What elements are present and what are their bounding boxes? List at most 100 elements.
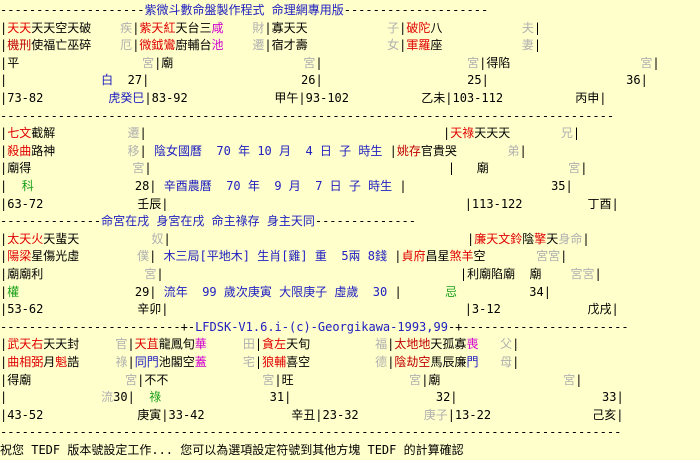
row1-cell-text: 白 xyxy=(101,73,114,88)
row1-cell-text: 宮 xyxy=(640,55,653,70)
row1-cell-text: 遷 xyxy=(252,38,265,53)
row1-cell-text: 27| xyxy=(113,73,150,88)
row2-cell-text xyxy=(147,126,443,140)
row3-cell-text: | xyxy=(163,231,171,246)
row4-cell-text: 誥 xyxy=(67,355,80,369)
row1-cell-text: 座 xyxy=(430,38,443,53)
row1-cell-text: 八 xyxy=(430,20,443,35)
ziwei-chart: --------------------紫微斗數命盤製作程式 命理網專用版---… xyxy=(0,0,700,459)
row2-cell-text: 宮 xyxy=(132,161,145,176)
row2-cell-text: 路神 xyxy=(31,143,56,158)
row1-cell-text: 宮 xyxy=(142,55,155,70)
row2-cell-text: | xyxy=(580,161,588,176)
row1-cell-text: 天台三 xyxy=(175,20,212,35)
row1-line: | 白 27| 26| 25| 36| xyxy=(0,72,700,90)
row4-cell-text: | xyxy=(127,337,135,352)
row3-cell-text: 身命 xyxy=(558,231,583,246)
row1-cell-text: |83-92 甲午|93-102 乙未|103-112 丙申| xyxy=(144,91,607,105)
row4-cell-text: 馬辰廉 xyxy=(430,355,467,369)
row4-cell-text xyxy=(31,373,125,387)
row4-cell-text: 天旬 xyxy=(286,337,311,352)
row4-line: |43-52 庚寅|33-42 辛丑|23-32 庚子|13-22 己亥| xyxy=(0,407,700,425)
row2-line: |殺曲路神 移| 陰女國曆 70 年 10 月 4 日 子 時生 |姚存官貴哭 … xyxy=(0,143,700,161)
row1-cell-text xyxy=(173,56,303,70)
palace-info-line-rule-left: -------------- xyxy=(0,214,102,229)
row3-cell-text: | xyxy=(387,284,446,299)
row4-cell-text: 天孤寡 xyxy=(430,337,467,352)
row3-cell-text: 貞府 xyxy=(401,249,426,264)
row2-cell-text: 姚存 xyxy=(396,143,421,158)
row3-cell-text: 天蜚天 xyxy=(43,231,80,246)
row4-cell-text: | xyxy=(512,355,520,369)
row1-line: |天天天天空天破 疾|紫天紅天台三咸 財|寡天天 子|破陀八 夫| xyxy=(0,20,700,38)
row1-cell-text: | xyxy=(533,38,542,53)
row3-line: |權 29| 流年 99 歲次庚寅 大限庚子 虛歲 30 | 忌 34| xyxy=(0,284,700,302)
row1-cell-text: 宮 xyxy=(303,55,316,70)
row2-cell-text: 官貴哭 xyxy=(420,143,457,158)
row3-cell-text xyxy=(542,267,571,281)
row2-cell-text: |廟得 xyxy=(0,161,32,176)
row3-cell-text: | xyxy=(560,249,568,264)
version-line-rule-left: -------------------------+- xyxy=(0,319,196,334)
row2-cell-text: 兄 xyxy=(560,126,573,141)
footer-line: 祝您 TEDF 版本號設定工作... 您可以為選項設定符號到其他方塊 TEDF … xyxy=(0,442,700,460)
bottom-rule: ----------------------------------------… xyxy=(0,424,700,442)
row1-cell-text: 天天空天破 xyxy=(31,20,92,35)
row4-cell-text: |不不 xyxy=(137,372,169,387)
row2-cell-text: | xyxy=(519,143,527,158)
row3-cell-text: 流年 99 歲次庚寅 大限庚子 虛歲 30 xyxy=(163,284,388,299)
row4-cell-text: 33| xyxy=(457,390,624,405)
row4-cell-text: 弼 xyxy=(31,355,44,369)
row1-cell-text: 紅 xyxy=(163,20,176,35)
row2-cell-text: 移 xyxy=(127,143,140,158)
row1-cell-text xyxy=(442,21,521,35)
row2-cell-text xyxy=(152,161,448,175)
palace-info-line-rule-right: -------------- xyxy=(314,214,416,229)
row3-cell-text: |廟廟利 xyxy=(0,267,44,281)
row3-cell-text: 文鈴 xyxy=(498,231,523,246)
row1-cell-text: |得陷 xyxy=(479,55,511,70)
row4-cell-text: |13-22 己亥| xyxy=(447,407,624,422)
row4-cell-text: |旺 xyxy=(274,372,294,387)
row2-cell-text: | xyxy=(0,179,22,193)
row2-cell-text: 宮 xyxy=(568,161,581,176)
row4-line: | 流30| 祿 31| 32| 33| xyxy=(0,389,700,407)
row1-cell-text: 咸 xyxy=(211,20,224,35)
row4-cell-text: | xyxy=(127,355,135,369)
version-line-text: LFDSK-V1.6.i-(c)-Georgikawa-1993,99 xyxy=(195,319,448,334)
row4-cell-text: 太地地 xyxy=(394,337,431,352)
row3-cell-text: 昌 xyxy=(425,249,438,264)
row1-cell-text: 26| xyxy=(149,73,323,88)
row1-cell-text: 財 xyxy=(252,20,265,35)
row4-cell-text: 31| xyxy=(161,390,292,405)
row3-cell-text xyxy=(43,267,144,281)
row4-cell-text: | xyxy=(254,337,263,352)
row4-cell-text: 官 xyxy=(115,337,128,352)
row1-cell-text xyxy=(323,56,468,70)
row4-cell-text: 狼輔 xyxy=(262,355,287,369)
row2-cell-text: | xyxy=(572,126,581,141)
palace-info-line: --------------命宮在戌 身宮在戌 命主祿存 身主天同-------… xyxy=(0,213,700,231)
row2-cell-text: | xyxy=(382,143,397,158)
row2-line: |廟得 宮| | 廟 宮| xyxy=(0,160,700,178)
row1-cell-text: 子 xyxy=(387,20,400,35)
row1-cell-text xyxy=(223,38,252,52)
row2-cell-text: 截解 xyxy=(31,126,56,141)
row4-cell-text: 30| xyxy=(113,390,150,405)
row1-cell-text: 疾 xyxy=(120,20,133,35)
row2-cell-text: 科 xyxy=(21,179,34,193)
row4-cell-text: 右 xyxy=(31,337,44,352)
row4-cell-text xyxy=(310,355,375,369)
row2-cell-text xyxy=(31,161,132,175)
row4-cell-text xyxy=(7,390,101,404)
row4-cell-text: 福 xyxy=(375,337,388,352)
row2-cell-text xyxy=(457,144,508,158)
row3-cell-text: 29| xyxy=(19,284,164,299)
row4-cell-text xyxy=(168,373,262,387)
row4-cell-text xyxy=(79,355,115,369)
row4-line: |得廟 宮|不不 宮|旺 宮|廟 宮| xyxy=(0,372,700,390)
row3-cell-text: 宮宮 xyxy=(536,249,561,264)
row4-cell-text: 天 xyxy=(134,337,147,352)
row3-cell-text: 權 xyxy=(7,284,20,299)
row1-cell-text: |73-82 xyxy=(0,91,109,105)
